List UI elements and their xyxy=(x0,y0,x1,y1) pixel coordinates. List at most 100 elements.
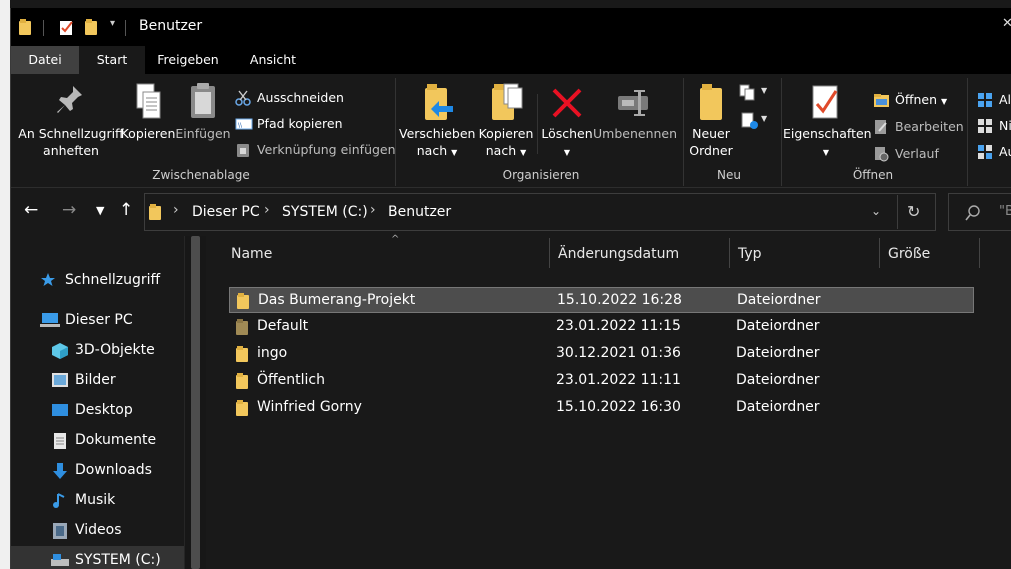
column-header-date[interactable]: Änderungsdatum xyxy=(550,236,730,270)
breadcrumb-benutzer[interactable]: Benutzer xyxy=(388,204,451,220)
ribbon: An Schnellzugriff anheften Kopieren Einf… xyxy=(11,74,1011,188)
properties-icon xyxy=(812,85,838,119)
column-label: Name xyxy=(231,246,273,262)
nav-item-videos[interactable]: Videos xyxy=(11,516,184,544)
column-header-type[interactable]: Typ xyxy=(730,236,880,270)
move-to-button[interactable]: Verschieben nach ▼ xyxy=(399,82,475,161)
pin-quick-access-button[interactable]: An Schnellzugriff anheften xyxy=(17,82,125,159)
group-label-new: Neu xyxy=(717,168,741,182)
edit-icon xyxy=(875,120,887,134)
folder-icon xyxy=(237,293,249,309)
nav-item-desktop[interactable]: Desktop xyxy=(11,396,184,424)
chevron-down-icon: ▼ xyxy=(563,148,571,157)
nav-item-pictures[interactable]: Bilder xyxy=(11,366,184,394)
cube-icon xyxy=(52,343,68,359)
history-icon xyxy=(875,147,889,162)
file-type: Dateiordner xyxy=(737,292,821,308)
breadcrumb-chevron-icon[interactable]: › xyxy=(264,202,270,218)
invert-selection-label: Au xyxy=(999,144,1011,159)
up-arrow-icon[interactable]: ↑ xyxy=(119,200,133,220)
move-to-label-line1: Verschieben xyxy=(399,126,476,141)
folder-icon[interactable] xyxy=(19,19,33,35)
background-page xyxy=(0,0,10,569)
open-folder-icon xyxy=(874,94,889,107)
tab-datei[interactable]: Datei xyxy=(11,46,79,74)
folder-icon xyxy=(149,204,161,220)
file-type: Dateiordner xyxy=(736,318,820,334)
move-to-icon xyxy=(425,84,453,120)
nav-label: 3D-Objekte xyxy=(75,342,155,358)
chevron-down-icon[interactable]: ▼ xyxy=(761,114,767,123)
new-folder-label-line1: Neuer xyxy=(692,126,730,141)
table-row[interactable]: Öffentlich 23.01.2022 11:11 Dateiordner xyxy=(229,368,974,394)
refresh-icon[interactable]: ↻ xyxy=(907,202,920,221)
breadcrumb-chevron-icon[interactable]: › xyxy=(173,202,179,218)
window-title: Benutzer xyxy=(139,18,203,34)
breadcrumb-dieser-pc[interactable]: Dieser PC xyxy=(192,204,260,220)
nav-label: SYSTEM (C:) xyxy=(75,552,161,568)
properties-button[interactable]: Eigenschaften ▼ xyxy=(783,82,872,161)
navigation-scrollbar[interactable] xyxy=(184,236,206,569)
copy-icon xyxy=(136,83,161,119)
new-folder-label-line2: Ordner xyxy=(689,143,733,158)
paste-shortcut-icon xyxy=(237,144,249,157)
move-to-label-line2: nach xyxy=(416,143,448,158)
table-row[interactable]: ingo 30.12.2021 01:36 Dateiordner xyxy=(229,341,974,367)
nav-label: Bilder xyxy=(75,372,116,388)
nav-item-3d-objects[interactable]: 3D-Objekte xyxy=(11,336,184,364)
table-row[interactable]: Default 23.01.2022 11:15 Dateiordner xyxy=(229,314,974,340)
breadcrumb-system-c[interactable]: SYSTEM (C:) xyxy=(282,204,368,220)
nav-label: Videos xyxy=(75,522,122,538)
file-name: Winfried Gorny xyxy=(257,399,362,415)
file-type: Dateiordner xyxy=(736,399,820,415)
address-bar[interactable]: › Dieser PC › SYSTEM (C:) › Benutzer ⌄ ↻ xyxy=(144,193,936,231)
computer-icon xyxy=(40,313,60,327)
nav-item-music[interactable]: Musik xyxy=(11,486,184,514)
new-folder-button[interactable]: Neuer Ordner xyxy=(685,82,737,159)
nav-item-quick-access[interactable]: Schnellzugriff xyxy=(11,266,184,294)
nav-item-system-c[interactable]: SYSTEM (C:) xyxy=(11,546,184,569)
address-dropdown-chevron-icon[interactable]: ⌄ xyxy=(871,204,881,218)
ribbon-tabs: Datei Start Freigeben Ansicht xyxy=(11,46,1011,74)
delete-button[interactable]: Löschen ▼ xyxy=(539,82,595,161)
column-header-size[interactable]: Größe xyxy=(880,236,980,270)
folder-icon xyxy=(236,346,248,362)
desktop-icon xyxy=(52,404,68,416)
copy-to-button[interactable]: Kopieren nach ▼ xyxy=(473,82,539,161)
copy-path-label: Pfad kopieren xyxy=(257,116,343,131)
table-row[interactable]: Das Bumerang-Projekt 15.10.2022 16:28 Da… xyxy=(229,287,974,313)
properties-quick-icon[interactable] xyxy=(59,19,75,35)
new-folder-quick-icon[interactable] xyxy=(85,19,99,35)
select-none-label: Ni xyxy=(999,118,1011,133)
recent-locations-chevron-icon[interactable]: ▼ xyxy=(96,204,104,217)
tab-freigeben[interactable]: Freigeben xyxy=(145,46,231,74)
column-separator[interactable] xyxy=(979,238,980,268)
copy-button[interactable]: Kopieren xyxy=(117,82,179,142)
nav-item-documents[interactable]: Dokumente xyxy=(11,426,184,454)
tab-ansicht[interactable]: Ansicht xyxy=(231,46,315,74)
nav-item-this-pc[interactable]: Dieser PC xyxy=(11,306,184,334)
group-separator xyxy=(395,78,396,186)
delete-x-icon xyxy=(552,88,582,118)
column-header-name[interactable]: Name xyxy=(229,236,551,270)
nav-item-downloads[interactable]: Downloads xyxy=(11,456,184,484)
forward-arrow-icon[interactable]: → xyxy=(62,200,76,220)
copy-to-label-line2: nach xyxy=(485,143,517,158)
back-arrow-icon[interactable]: ← xyxy=(24,200,38,220)
chevron-down-icon[interactable]: ▼ xyxy=(761,86,767,95)
close-icon[interactable]: ✕ xyxy=(1002,16,1011,31)
scrollbar-thumb[interactable] xyxy=(191,236,200,569)
scissors-icon xyxy=(235,90,251,106)
customize-toolbar-icon[interactable]: ▾ xyxy=(110,18,115,29)
easy-access-icon[interactable] xyxy=(739,112,759,130)
new-item-icon[interactable] xyxy=(739,84,759,102)
breadcrumb-chevron-icon[interactable]: › xyxy=(370,202,376,218)
table-row[interactable]: Winfried Gorny 15.10.2022 16:30 Dateiord… xyxy=(229,395,974,421)
pin-icon xyxy=(57,86,82,113)
search-box[interactable]: "B xyxy=(948,193,1011,231)
paste-button[interactable]: Einfügen xyxy=(175,82,231,142)
tab-start[interactable]: Start xyxy=(79,46,145,74)
rename-button[interactable]: Umbenennen xyxy=(593,82,677,142)
chevron-down-icon: ▼ xyxy=(822,148,830,157)
group-separator xyxy=(683,78,684,186)
